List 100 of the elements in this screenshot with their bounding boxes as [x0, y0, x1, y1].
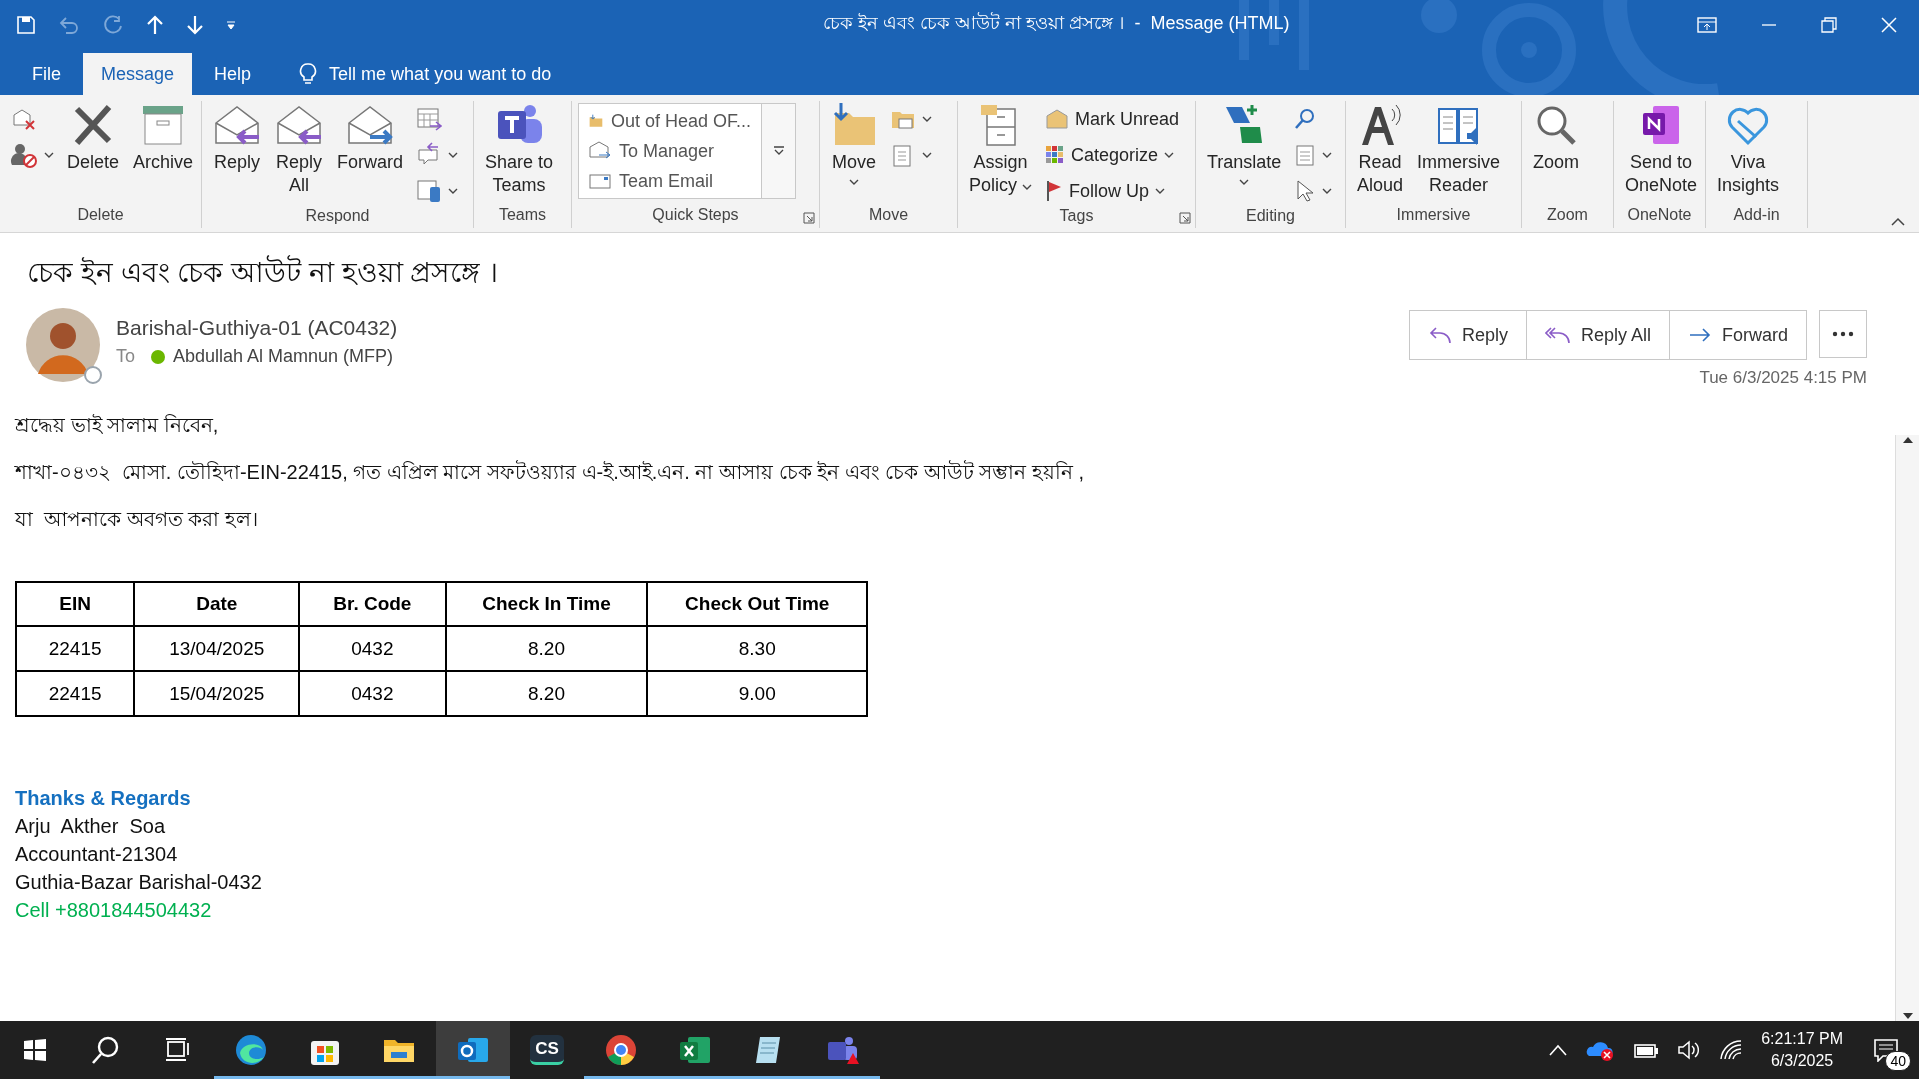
- group-label: Quick Steps: [651, 206, 740, 225]
- caret-icon: [1239, 179, 1250, 186]
- chevron-up-icon: [1549, 1044, 1568, 1056]
- caret-icon: [226, 19, 236, 30]
- dialog-launcher-button[interactable]: [803, 212, 815, 224]
- table-cell: 22415: [16, 626, 135, 671]
- ribbon-tab[interactable]: Message: [83, 53, 193, 95]
- more-icon: [1832, 331, 1854, 337]
- block-user-icon: [10, 141, 38, 169]
- group-label: OneNote: [1626, 206, 1693, 225]
- up-arrow-icon: [146, 14, 164, 35]
- table-header: Date: [134, 582, 300, 626]
- group-label: Delete: [76, 206, 125, 225]
- table-cell: 0432: [299, 626, 446, 671]
- more-button[interactable]: [1819, 310, 1867, 358]
- caret-icon: [1022, 184, 1033, 191]
- down-arrow-icon: [186, 14, 204, 35]
- reply-all-button[interactable]: Reply All: [270, 101, 328, 199]
- group-label: Zoom: [1546, 206, 1589, 225]
- viva-insights-button[interactable]: Viva Insights: [1712, 101, 1785, 199]
- windows-icon: [23, 1038, 47, 1062]
- group-label: Respond: [304, 207, 371, 226]
- delete-button[interactable]: Delete: [62, 101, 125, 176]
- document-icon: [1294, 143, 1317, 167]
- sender-name: Barishal-Guthiya-01 (AC0432): [116, 316, 399, 340]
- table-header: Br. Code: [299, 582, 446, 626]
- assign-policy-button[interactable]: Assign Policy: [964, 101, 1038, 199]
- zoom-button[interactable]: Zoom: [1528, 101, 1584, 176]
- calendar-icon: [416, 106, 442, 132]
- taskbar-app[interactable]: CS: [510, 1021, 584, 1079]
- caret-icon: [44, 151, 54, 159]
- launcher-icon: [1179, 212, 1191, 224]
- tell-me-field[interactable]: Tell me what you want to do: [327, 62, 588, 86]
- app-tile: CS: [530, 1035, 564, 1065]
- forward-icon: [346, 103, 394, 147]
- scrollbar[interactable]: [1895, 435, 1919, 1021]
- collapse-ribbon-button[interactable]: [1889, 215, 1907, 228]
- save-icon: [16, 14, 36, 35]
- redo-icon: [102, 14, 124, 35]
- archive-button[interactable]: Archive: [128, 101, 199, 176]
- message-subject: চেক ইন এবং চেক আউট না হওয়া প্রসঙ্গে ।: [27, 254, 500, 290]
- reply-arrow-icon: [1427, 325, 1452, 345]
- quick-step[interactable]: To Manager: [585, 136, 755, 166]
- close-icon: [1881, 16, 1897, 33]
- caret-icon: [922, 115, 932, 123]
- mark-unread-button[interactable]: Mark Unread: [1041, 103, 1184, 135]
- to-label: To: [116, 346, 135, 367]
- signature-line: Accountant-21304: [15, 843, 178, 866]
- signature-line: Arju Akther Soa: [15, 815, 166, 838]
- avatar-icon: [26, 308, 100, 382]
- expand-icon: [772, 146, 785, 156]
- search-icon: [91, 1035, 121, 1065]
- notification-count: 40: [1885, 1051, 1911, 1071]
- browser-icon: [234, 1033, 268, 1067]
- recipient-name: Abdullah Al Mamnun (MFP): [173, 346, 394, 367]
- scroll-up-icon: [1901, 435, 1914, 445]
- signature-line: Thanks & Regards: [15, 787, 191, 810]
- ribbon-options-icon: [1697, 15, 1717, 34]
- move-button[interactable]: Move: [826, 101, 882, 190]
- body-paragraph: শ্রদ্ধেয় ভাই সালাম নিবেন,: [15, 413, 220, 438]
- share-to-teams-button[interactable]: Share to Teams: [480, 101, 559, 199]
- caret-icon: [448, 151, 458, 159]
- folder-icon: [831, 103, 877, 147]
- table-header: EIN: [16, 582, 135, 626]
- read-aloud-button[interactable]: Read Aloud: [1352, 101, 1409, 199]
- caret-icon: [1322, 187, 1333, 195]
- notifications-button[interactable]: 40: [1861, 1025, 1911, 1075]
- quick-step[interactable]: Out of Head OF...: [585, 106, 755, 136]
- ribbon-tab[interactable]: File: [14, 53, 79, 95]
- dialog-launcher-button[interactable]: [1179, 212, 1191, 224]
- envelope-icon: [589, 141, 611, 161]
- minimize-icon: [1761, 23, 1777, 26]
- table-header: Check In Time: [445, 582, 648, 626]
- follow-up-button[interactable]: Follow Up: [1041, 175, 1184, 207]
- table-cell: 9.00: [647, 671, 867, 716]
- group-label: Move: [867, 206, 910, 225]
- caret-icon: [849, 179, 859, 186]
- launcher-icon: [803, 212, 815, 224]
- table-header: Check Out Time: [647, 582, 867, 626]
- wifi-icon: [1719, 1039, 1744, 1061]
- group-label: Immersive: [1395, 206, 1472, 225]
- quick-step[interactable]: Team Email: [585, 166, 755, 196]
- translate-button[interactable]: Translate: [1202, 101, 1287, 190]
- immersive-reader-button[interactable]: Immersive Reader: [1412, 101, 1506, 199]
- table-cell: 8.20: [445, 671, 648, 716]
- ribbon-tab[interactable]: Help: [196, 53, 270, 95]
- table-cell: 22415: [16, 671, 135, 716]
- table-cell: 8.30: [647, 626, 867, 671]
- forward-button[interactable]: Forward: [332, 101, 408, 176]
- undo-icon: [58, 14, 80, 35]
- reply-all-arrow-icon: [1544, 325, 1571, 345]
- reply-icon: [213, 103, 261, 147]
- caret-icon: [448, 187, 458, 195]
- send-to-onenote-button[interactable]: Send to OneNote: [1620, 101, 1703, 199]
- reply-button[interactable]: Reply: [208, 101, 266, 176]
- restore-icon: [1821, 16, 1837, 33]
- task-view-icon: [164, 1037, 192, 1063]
- categorize-button[interactable]: Categorize: [1041, 139, 1184, 171]
- group-label: Tags: [1058, 207, 1095, 226]
- search-icon: [1294, 108, 1317, 130]
